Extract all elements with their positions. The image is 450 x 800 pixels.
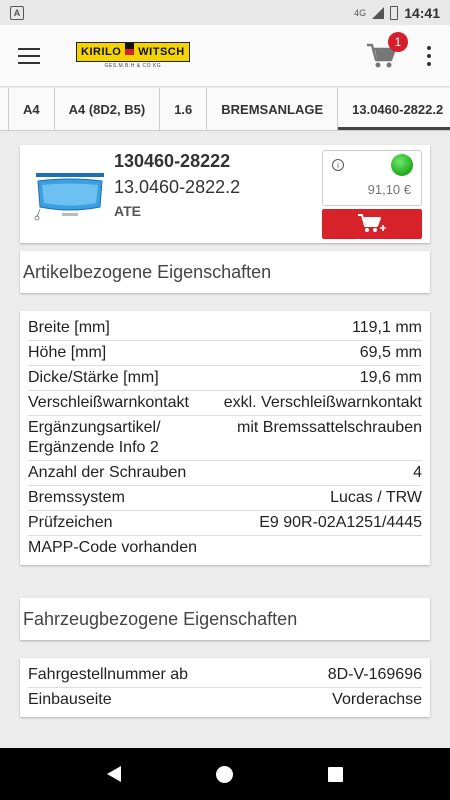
- brake-pad-image: [32, 167, 108, 221]
- price: 91,10 €: [367, 182, 411, 197]
- network-type: 4G: [354, 7, 367, 18]
- property-key: Höhe [mm]: [28, 344, 107, 361]
- vehicle-properties-header: Fahrzeugbezogene Eigenschaften: [20, 598, 430, 640]
- property-value: [197, 538, 422, 558]
- table-row: Anzahl der Schrauben 4: [28, 461, 422, 486]
- table-row: Breite [mm] 119,1 mm: [28, 316, 422, 341]
- property-value: 4: [413, 464, 422, 481]
- product-card[interactable]: 130460-28222 13.0460-2822.2 ATE i 91,10 …: [20, 145, 430, 243]
- table-row: Fahrgestellnummer ab 8D-V-169696: [28, 663, 422, 688]
- property-value: Lucas / TRW: [330, 489, 422, 506]
- vehicle-properties-table: Fahrgestellnummer ab 8D-V-169696 Einbause…: [20, 658, 430, 717]
- cart-button[interactable]: 1: [366, 31, 408, 70]
- property-value: mit Bremssattelschrauben: [237, 419, 422, 436]
- property-key: Verschleißwarnkontakt: [28, 394, 189, 411]
- property-key: Dicke/Stärke [mm]: [28, 369, 159, 386]
- status-bar: A 4G 14:41: [0, 0, 450, 25]
- property-value: 19,6 mm: [359, 369, 422, 386]
- add-to-cart-button[interactable]: [322, 209, 422, 239]
- property-value: 69,5 mm: [359, 344, 422, 361]
- app-notification-icon: A: [10, 5, 24, 20]
- table-row: MAPP-Code vorhanden: [28, 536, 422, 560]
- property-value: 119,1 mm: [352, 319, 422, 336]
- property-key: Einbauseite: [28, 691, 112, 708]
- article-number: 130460-28222: [114, 151, 231, 171]
- cart-count-badge: 1: [388, 31, 408, 52]
- menu-icon[interactable]: [18, 47, 40, 64]
- breadcrumb-item-variant[interactable]: A4 (8D2, B5): [55, 88, 161, 130]
- article-properties-header: Artikelbezogene Eigenschaften: [20, 251, 430, 293]
- property-key: Prüfzeichen: [28, 514, 113, 531]
- info-icon[interactable]: i: [332, 159, 344, 171]
- table-row: Dicke/Stärke [mm] 19,6 mm: [28, 366, 422, 391]
- recent-apps-icon[interactable]: [327, 766, 343, 782]
- property-value: E9 90R-02A1251/4445: [259, 514, 422, 531]
- property-key: Anzahl der Schrauben: [28, 464, 187, 481]
- more-options-icon[interactable]: [426, 45, 432, 66]
- logo-subtitle: GES.M.B.H & CO KG: [104, 63, 162, 69]
- table-row: Einbauseite Vorderachse: [28, 688, 422, 712]
- price-box: i 91,10 €: [322, 150, 422, 206]
- logo-text-left: KIRILO: [81, 46, 122, 58]
- logo-text-right: WITSCH: [138, 46, 185, 58]
- breadcrumb-item-article[interactable]: 13.0460-2822.2: [338, 88, 450, 130]
- breadcrumb-item-engine[interactable]: 1.6: [160, 88, 208, 130]
- property-value: 8D-V-169696: [327, 666, 422, 683]
- section-title: Artikelbezogene Eigenschaften: [23, 261, 272, 282]
- breadcrumb-item-category[interactable]: BREMSANLAGE: [207, 88, 339, 130]
- breadcrumb: A4 A4 (8D2, B5) 1.6 BREMSANLAGE 13.0460-…: [0, 88, 450, 131]
- table-row: Verschleißwarnkontakt exkl. Verschleißwar…: [28, 391, 422, 416]
- availability-indicator: [391, 154, 413, 176]
- article-reference: 13.0460-2822.2: [114, 177, 241, 197]
- property-key: Breite [mm]: [28, 319, 110, 336]
- home-icon[interactable]: [215, 765, 233, 783]
- table-row: Höhe [mm] 69,5 mm: [28, 341, 422, 366]
- battery-icon: [390, 5, 399, 20]
- brand-logo: KIRILO WITSCH GES.M.B.H & CO KG: [76, 42, 190, 69]
- property-key: MAPP-Code vorhanden: [28, 539, 197, 556]
- clock: 14:41: [404, 4, 440, 21]
- article-properties-table: Breite [mm] 119,1 mm Höhe [mm] 69,5 mm Dic…: [20, 311, 430, 565]
- breadcrumb-item-model[interactable]: A4: [8, 88, 55, 130]
- add-to-cart-icon: [358, 214, 386, 232]
- back-icon[interactable]: [107, 766, 122, 782]
- property-key: Ergänzungsartikel/ Ergänzende Info 2: [28, 419, 161, 456]
- section-title: Fahrzeugbezogene Eigenschaften: [23, 608, 298, 629]
- app-bar: KIRILO WITSCH GES.M.B.H & CO KG 1: [0, 25, 450, 87]
- system-nav-bar: [0, 748, 450, 800]
- flag-icon: [125, 43, 135, 61]
- main-content: 130460-28222 13.0460-2822.2 ATE i 91,10 …: [0, 131, 450, 748]
- property-key: Fahrgestellnummer ab: [28, 666, 189, 683]
- property-value: Vorderachse: [332, 691, 422, 708]
- table-row: Prüfzeichen E9 90R-02A1251/4445: [28, 511, 422, 536]
- signal-icon: [372, 6, 385, 19]
- article-brand: ATE: [114, 203, 141, 219]
- property-key: Bremssystem: [28, 489, 125, 506]
- table-row: Ergänzungsartikel/ Ergänzende Info 2 mit …: [28, 416, 422, 461]
- status-right: 4G 14:41: [354, 5, 440, 21]
- property-value: exkl. Verschleißwarnkontakt: [223, 394, 422, 411]
- table-row: Bremssystem Lucas / TRW: [28, 486, 422, 511]
